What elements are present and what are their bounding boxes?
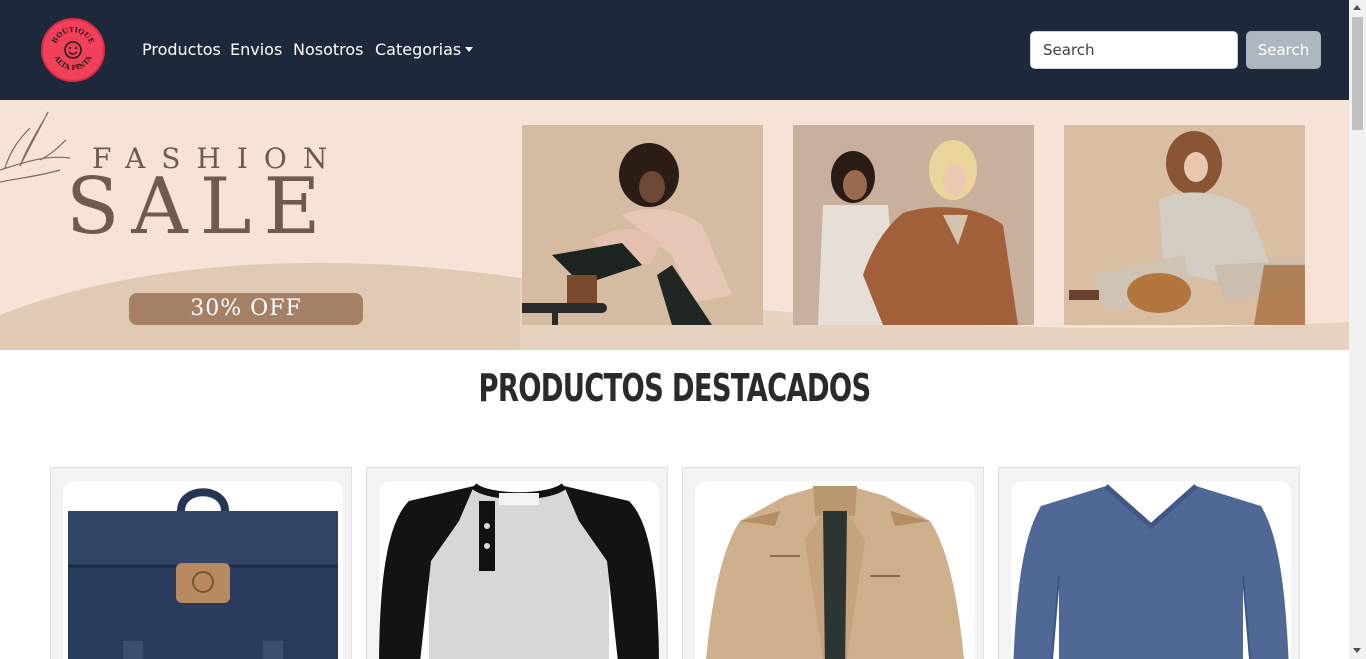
navbar: BOUTIQUE ALTA PINTA Productos Envios Nos… [0,0,1349,100]
banner-photo-model-2 [793,125,1034,325]
nav-link-productos[interactable]: Productos [142,38,221,62]
product-image-henley-shirt[interactable] [379,481,659,659]
leaf-sketch-icon [0,111,71,183]
featured-products-title: PRODUCTOS DESTACADOS [478,366,872,410]
banner-photo-model-1 [522,125,763,325]
svg-text:ALTA PINTA: ALTA PINTA [52,53,94,72]
product-card-blue-vneck[interactable] [998,467,1300,659]
banner-sale-text: SALE [66,162,333,252]
banner-discount-badge: 30% OFF [129,293,363,325]
scroll-down-arrow-icon[interactable] [1353,648,1361,653]
promo-banner[interactable]: FASHION SALE 30% OFF [0,100,1349,350]
product-image-backpack[interactable] [63,481,343,659]
scroll-up-arrow-icon[interactable] [1353,5,1361,10]
scrollbar-thumb[interactable] [1352,17,1363,130]
product-image-blue-vneck[interactable] [1011,481,1291,659]
product-card-henley-shirt[interactable] [366,467,668,659]
product-card-khaki-jacket[interactable] [682,467,984,659]
nav-link-nosotros[interactable]: Nosotros [293,38,364,62]
product-image-khaki-jacket[interactable] [695,481,975,659]
logo-text-bottom: ALTA PINTA [52,53,94,72]
product-card-backpack[interactable] [50,467,352,659]
banner-photo-model-3 [1064,125,1305,325]
search-input[interactable] [1030,31,1238,69]
search-button[interactable]: Search [1246,31,1321,69]
boutique-logo[interactable]: BOUTIQUE ALTA PINTA [41,18,105,82]
nav-link-envios[interactable]: Envios [230,38,282,62]
nav-dropdown-categorias[interactable]: Categorias [375,38,473,62]
